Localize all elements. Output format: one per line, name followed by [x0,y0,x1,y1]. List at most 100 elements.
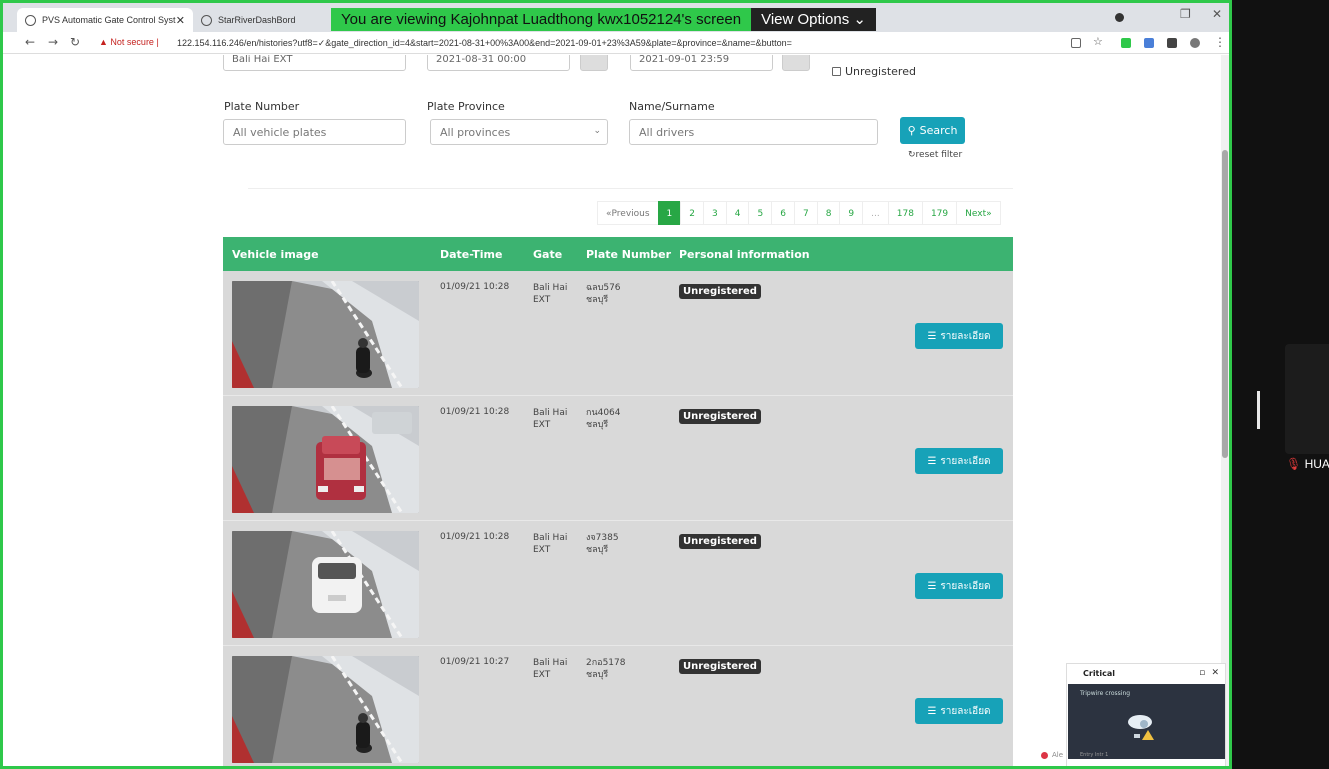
pagination-page[interactable]: 179 [921,201,958,225]
plate-label: Plate Number [224,100,300,113]
detail-button[interactable]: ☰ รายละเอียด [915,698,1003,724]
pagination-page[interactable]: 9 [839,201,864,225]
pagination-next[interactable]: Next» [956,201,1001,225]
plate-province: ชลบุรี [586,420,609,430]
province-select[interactable]: All provinces ⌄ [430,119,608,145]
puzzle-icon[interactable] [1167,38,1177,48]
unregistered-checkbox[interactable]: Unregistered [832,65,916,78]
tab-pvs[interactable]: PVS Automatic Gate Control Syst ✕ [17,8,193,32]
scrollbar-thumb[interactable] [1222,150,1228,458]
critical-snapshot: Tripwire crossing Entry Intr 1 [1068,684,1225,759]
table-row: 01/09/21 10:27 Bali Hai EXT 2กอ5178 ชลบุรี U… [223,646,1013,766]
pagination-previous[interactable]: «Previous [597,201,659,225]
vehicle-image[interactable] [232,531,419,638]
critical-footer: Entry Intr 1 [1080,752,1109,758]
profile-icon[interactable] [1115,13,1124,22]
maximize-icon[interactable]: ❐ [1180,7,1191,21]
pagination-page[interactable]: 3 [703,201,727,225]
pagination-page[interactable]: 4 [725,201,750,225]
pagination-page[interactable]: 1 [657,201,682,225]
back-icon[interactable]: ← [25,35,35,49]
pagination-page[interactable]: 7 [793,201,818,225]
close-icon[interactable]: ✕ [1211,668,1219,678]
date-time: 01/09/21 10:27 [440,657,510,667]
detail-button[interactable]: ☰ รายละเอียด [915,323,1003,349]
plate-number: กน4064 ชลบุรี [586,407,621,431]
plate-province: ชลบุรี [586,545,609,555]
forward-icon[interactable]: → [48,35,58,49]
url-field[interactable]: 122.154.116.246/en/histories?utf8=✓&gate… [177,38,792,49]
window-close-icon[interactable]: ✕ [1212,7,1222,21]
start-date-input[interactable]: 2021-08-31 00:00 [427,55,570,71]
detail-label: รายละเอียด [940,580,991,592]
minimize-icon[interactable]: ▫ [1199,668,1205,678]
search-label: Search [919,124,958,137]
vehicle-image[interactable] [232,406,419,513]
reload-icon[interactable]: ↻ [70,35,80,49]
plate-value: 2กอ5178 [586,658,626,668]
list-icon: ☰ [927,455,937,467]
plate-value: กน4064 [586,408,621,418]
gate: Bali Hai EXT [533,533,568,555]
vehicle-image[interactable] [232,281,419,388]
tab-title: PVS Automatic Gate Control Syst [42,15,176,25]
extension-icon[interactable] [1144,38,1154,48]
col-date-time: Date-Time [440,248,503,261]
tab-close-icon[interactable]: ✕ [176,14,185,27]
critical-title: Critical ▫ ✕ [1067,664,1225,684]
plate-value: งจ7385 [586,533,619,543]
calendar-icon[interactable] [580,55,608,71]
view-options-button[interactable]: View Options ⌄ [751,8,876,31]
shared-screen: You are viewing Huawei Pattaya 5G smart … [0,0,1232,769]
status-badge: Unregistered [679,659,761,674]
critical-popup: Critical ▫ ✕ Tripwire crossing Entry Int… [1066,663,1226,766]
participant-name-text: HUA [1304,457,1329,471]
plate-input[interactable]: All vehicle plates [223,119,406,145]
detail-button[interactable]: ☰ รายละเอียด [915,573,1003,599]
participant-tile[interactable] [1285,344,1329,454]
status-badge: Unregistered [679,534,761,549]
extension-icon[interactable] [1121,38,1131,48]
detail-label: รายละเอียด [940,330,991,342]
gate: Bali Hai EXT [533,283,568,305]
col-vehicle-image: Vehicle image [232,248,319,261]
star-icon[interactable]: ☆ [1093,35,1103,48]
gate-select[interactable]: Bali Hai EXT [223,55,406,71]
pagination-page[interactable]: 2 [680,201,705,225]
divider [248,188,1013,189]
scrollbar[interactable] [1221,55,1229,766]
status-badge: Unregistered [679,409,761,424]
col-gate: Gate [533,248,563,261]
menu-icon[interactable]: ⋮ [1214,35,1226,49]
pagination-page[interactable]: ... [862,201,889,225]
divider [1257,391,1260,429]
table-header: Vehicle image Date-Time Gate Plate Numbe… [223,237,1013,271]
reset-filter-link[interactable]: ↻reset filter [908,150,962,160]
table-row: 01/09/21 10:28 Bali Hai EXT ฉลบ576 ชลบุรี Un… [223,271,1013,396]
status-badge: Unregistered [679,284,761,299]
end-date-input[interactable]: 2021-09-01 23:59 [630,55,773,71]
pagination-page[interactable]: 8 [816,201,841,225]
vehicle-image[interactable] [232,656,419,763]
name-input[interactable]: All drivers [629,119,878,145]
pagination-page[interactable]: 178 [887,201,923,225]
security-indicator[interactable]: ▲ Not secure | [99,37,159,47]
list-icon: ☰ [927,705,937,717]
reset-label: reset filter [915,150,963,160]
address-bar: ← → ↻ ▲ Not secure | 122.154.116.246/en/… [3,32,1229,54]
pagination-page[interactable]: 5 [748,201,773,225]
translate-icon[interactable] [1071,38,1081,48]
view-options-label: View Options [761,11,850,28]
gate: Bali Hai EXT [533,658,568,680]
date-time: 01/09/21 10:28 [440,282,510,292]
search-button[interactable]: ⚲ Search [900,117,965,144]
plate-value: ฉลบ576 [586,283,621,293]
detail-button[interactable]: ☰ รายละเอียด [915,448,1003,474]
alert-label: Ale [1052,751,1064,759]
calendar-icon[interactable] [782,55,810,71]
checkbox-icon[interactable] [832,67,841,76]
pagination-page[interactable]: 6 [771,201,795,225]
avatar[interactable] [1190,38,1200,48]
tab-starriver[interactable]: StarRiverDashBord [193,8,343,32]
table-row: 01/09/21 10:28 Bali Hai EXT งจ7385 ชลบุรี Un… [223,521,1013,646]
